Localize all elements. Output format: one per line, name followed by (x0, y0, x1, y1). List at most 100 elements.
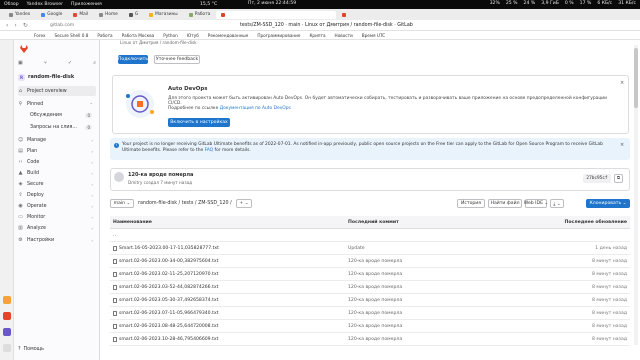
commit-link[interactable]: 120-ка вроде померла (348, 337, 402, 342)
sidebar-item-manage[interactable]: ☺ Manage › (18, 135, 96, 145)
branch-selector[interactable]: main ⌄ (110, 199, 134, 208)
commit-link[interactable]: 120-ка вроде померла (348, 285, 402, 290)
file-link[interactable]: Smart.16-05-2023.00-17-11,035828777.txt (119, 246, 219, 251)
sidepanel-app-icon[interactable] (3, 312, 11, 320)
sidebar-item-secure[interactable]: ◈ Secure › (18, 179, 96, 189)
browser-tab[interactable]: Mail (68, 11, 93, 19)
table-row[interactable]: smart.02-06-2023.03-52-44,082874266.txt … (110, 281, 630, 294)
sidebar-item-plan[interactable]: ▤ Plan › (18, 146, 96, 156)
sidebar-item-monitor[interactable]: ▭ Monitor › (18, 212, 96, 222)
scrollbar-thumb[interactable] (634, 48, 638, 108)
table-row[interactable]: smart.02-06-2023.08-48-25,644720008.txt … (110, 320, 630, 333)
search-icon[interactable]: ⌕ (93, 60, 96, 66)
issues-icon[interactable]: ▣ (18, 60, 23, 66)
table-row[interactable]: smart.02-06-2023.07-11-05,966479340.txt … (110, 307, 630, 320)
table-row[interactable]: Smart.16-05-2023.00-17-11,035828777.txt … (110, 242, 630, 255)
gitlab-logo-icon[interactable] (20, 45, 28, 53)
sidebar-item-code[interactable]: ‹› Code › (18, 157, 96, 167)
bookmark[interactable]: Работа Москва (122, 33, 155, 38)
os-overview[interactable]: Обзор (0, 2, 23, 7)
browser-tab[interactable]: Работа (184, 11, 216, 19)
file-path-breadcrumb[interactable]: random-file-disk / tests / ZM-SSD_120 / (138, 201, 232, 206)
back-icon[interactable]: ‹ (6, 22, 8, 29)
file-link[interactable]: smart.02-06-2023.10-28-46,795406609.txt (119, 337, 218, 342)
sidepanel-add-icon[interactable] (3, 344, 11, 352)
sidebar-item-build[interactable]: ▲ Build › (18, 168, 96, 178)
commit-link[interactable]: 120-ка вроде померла (348, 259, 402, 264)
copy-icon[interactable]: ⧉ (614, 174, 623, 183)
sidebar-item-project-overview[interactable]: ⌂ Project overview (18, 86, 96, 96)
connect-button[interactable]: Подключить (118, 55, 148, 64)
bookmark[interactable]: Программирование (257, 33, 300, 38)
project-switcher[interactable]: R random-file-disk (18, 72, 96, 82)
file-link[interactable]: smart.02-06-2023.05-30-37,492658374.txt (119, 298, 218, 303)
sidebar-item-analyze[interactable]: ▥ Analyze › (18, 223, 96, 233)
table-row[interactable]: smart.02-06-2023.02-11-25,207120970.txt … (110, 268, 630, 281)
devops-doc-link[interactable]: Документация по Auto DevOps (220, 106, 291, 111)
file-link[interactable]: smart.02-06-2023.00-34-00,382975604.txt (119, 259, 218, 264)
sidebar-item-pinned[interactable]: ⚲ Pinned ⌃ (18, 99, 96, 109)
bookmark[interactable]: Python (163, 33, 178, 38)
bookmark[interactable]: Ютуб (187, 33, 199, 38)
commit-title[interactable]: 120-ка вроде померла (128, 172, 193, 178)
bookmark[interactable]: Крипта (309, 33, 325, 38)
sidebar-item-deploy[interactable]: ⇪ Deploy › (18, 190, 96, 200)
file-link[interactable]: smart.02-06-2023.07-11-05,966479340.txt (119, 311, 218, 316)
commit-link[interactable]: 120-ка вроде померла (348, 298, 402, 303)
bookmark[interactable]: Время UTC (362, 33, 385, 38)
feedback-button[interactable]: Уточнее feedback (154, 55, 200, 64)
enable-devops-button[interactable]: Включить в настройках (168, 118, 230, 127)
reload-icon[interactable]: ↻ (23, 22, 28, 29)
help-button[interactable]: ? Помощь (18, 347, 44, 352)
close-icon[interactable]: × (620, 80, 624, 86)
sidebar-item-operate[interactable]: ◉ Operate › (18, 201, 96, 211)
browser-tab[interactable]: Google (36, 11, 67, 19)
sidebar-item-issues[interactable]: Обсуждения 0 (18, 110, 96, 120)
file-link[interactable]: smart.02-06-2023.08-48-25,644720008.txt (119, 324, 218, 329)
browser-tab-active[interactable] (216, 10, 337, 19)
add-file-dropdown[interactable]: + ⌄ (236, 199, 252, 208)
sidepanel-app-icon[interactable] (3, 328, 11, 336)
faq-link[interactable]: FAQ (205, 148, 214, 153)
bookmark[interactable]: Forex (34, 33, 45, 38)
commit-link[interactable]: 120-ка вроде померла (348, 272, 402, 277)
forward-icon[interactable]: › (14, 22, 16, 29)
commit-link[interactable]: 120-ка вроде померла (348, 311, 402, 316)
browser-tab[interactable]: Магазины (144, 11, 183, 19)
file-link[interactable]: smart.02-06-2023.03-52-44,082874266.txt (119, 285, 218, 290)
download-dropdown[interactable]: ⤓ ⌄ (550, 199, 564, 208)
url-field[interactable]: gitlab.com (50, 23, 74, 28)
close-icon[interactable]: × (620, 142, 624, 148)
table-row[interactable]: smart.02-06-2023.10-28-46,795406609.txt … (110, 333, 630, 346)
bookmark[interactable]: Новости (335, 33, 353, 38)
bookmark[interactable]: Работа (97, 33, 112, 38)
sidepanel-app-icon[interactable] (3, 296, 11, 304)
browser-tab[interactable] (337, 11, 447, 19)
todo-icon[interactable]: ✓ (68, 60, 72, 66)
find-file-button[interactable]: Найти файл (488, 199, 522, 208)
browser-tab[interactable]: Yandex (4, 11, 35, 19)
commit-link[interactable]: 120-ка вроде померла (348, 324, 402, 329)
browser-tab[interactable]: Home (94, 11, 123, 19)
sidebar-item-settings[interactable]: ⚙ Настройки › (18, 235, 96, 245)
web-ide-dropdown[interactable]: Web IDE ⌄ (524, 199, 548, 208)
clone-button[interactable]: Клонировать ⌄ (586, 199, 630, 208)
bookmark[interactable]: Рекомендованные (208, 33, 249, 38)
table-row[interactable]: smart.02-06-2023.05-30-37,492658374.txt … (110, 294, 630, 307)
history-button[interactable]: История (457, 199, 485, 208)
bookmark[interactable]: Secure Shell 0.8 (54, 33, 88, 38)
home-icon: ⌂ (18, 88, 23, 94)
os-apps-menu[interactable]: Приложения (67, 2, 106, 7)
table-row-parent[interactable]: .. (110, 229, 630, 242)
os-app-name[interactable]: Yandex Browser (23, 2, 67, 7)
commit-sha[interactable]: 27bc95cf (583, 174, 611, 183)
browser-tab[interactable]: G (124, 11, 143, 19)
table-row[interactable]: smart.02-06-2023.00-34-00,382975604.txt … (110, 255, 630, 268)
merge-request-icon[interactable]: ⑂ (44, 60, 47, 66)
sidebar-item-merge-requests[interactable]: Запросы на слия... 0 (18, 122, 96, 132)
avatar[interactable] (114, 172, 124, 182)
file-link[interactable]: smart.02-06-2023.02-11-25,207120970.txt (119, 272, 218, 277)
breadcrumb[interactable]: Linux от Дмитрия / random-file-disk (120, 40, 197, 45)
commit-link[interactable]: Update (348, 246, 365, 251)
clock[interactable]: Пт, 2 июня 22:44:59 (248, 1, 296, 6)
